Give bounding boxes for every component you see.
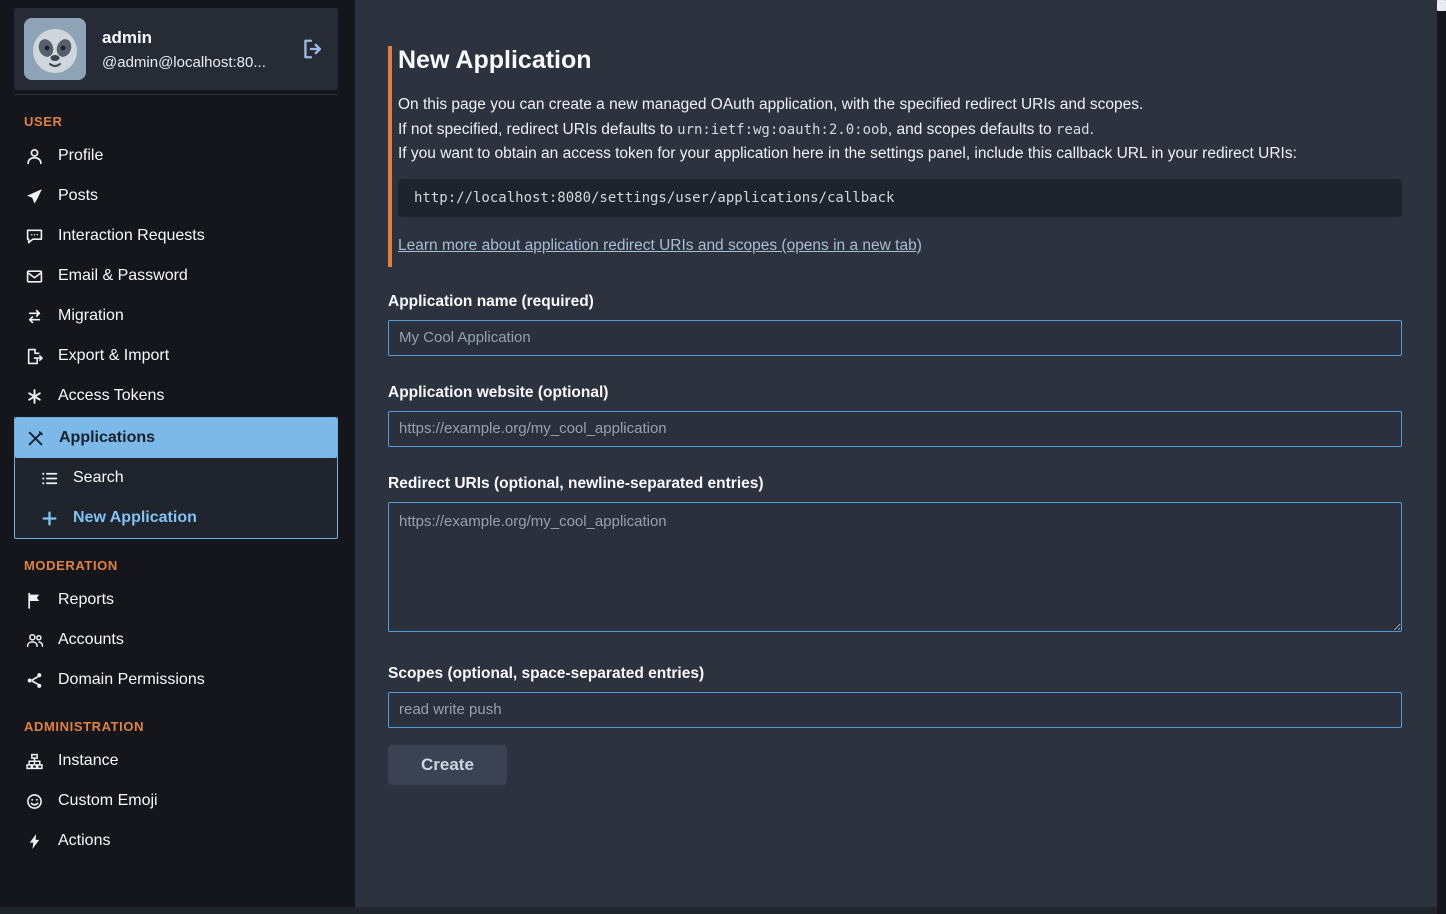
sidebar-item-label: Migration <box>58 307 124 325</box>
sidebar-item-label: Export & Import <box>58 347 169 365</box>
application-website-label: Application website (optional) <box>388 384 1402 402</box>
sidebar-item-migration[interactable]: Migration <box>14 296 338 336</box>
sidebar-item-reports[interactable]: Reports <box>14 580 338 620</box>
default-redirect-uri-code: urn:ietf:wg:oauth:2.0:oob <box>677 122 888 138</box>
vertical-scrollbar-thumb[interactable] <box>1437 0 1446 11</box>
bolt-icon <box>24 833 45 850</box>
page-intro: New Application On this page you can cre… <box>388 46 1402 267</box>
user-handle: @admin@localhost:80... <box>102 54 286 71</box>
avatar <box>24 18 86 80</box>
share-nodes-icon <box>24 672 45 689</box>
horizontal-scrollbar[interactable] <box>0 907 1446 914</box>
logout-icon[interactable] <box>302 38 324 60</box>
application-name-label: Application name (required) <box>388 293 1402 311</box>
redirect-uris-label: Redirect URIs (optional, newline-separat… <box>388 475 1402 493</box>
scopes-input[interactable] <box>388 692 1402 728</box>
sidebar-item-label: Domain Permissions <box>58 671 205 689</box>
sidebar-item-label: Reports <box>58 591 114 609</box>
sidebar-item-email-password[interactable]: Email & Password <box>14 256 338 296</box>
vertical-scrollbar[interactable] <box>1437 0 1446 914</box>
sidebar-item-interaction-requests[interactable]: Interaction Requests <box>14 216 338 256</box>
page-title: New Application <box>398 46 1402 75</box>
settings-sidebar: admin @admin@localhost:80... USER Profil… <box>0 0 355 914</box>
sidebar-item-label: Profile <box>58 147 103 165</box>
sidebar-item-profile[interactable]: Profile <box>14 136 338 176</box>
paper-plane-icon <box>24 188 45 205</box>
learn-more-link[interactable]: Learn more about application redirect UR… <box>398 237 922 254</box>
scopes-label: Scopes (optional, space-separated entrie… <box>388 665 1402 683</box>
applications-submenu: Search New Application <box>15 458 337 538</box>
applications-nav-group: Applications Search New Application <box>14 417 338 539</box>
plus-icon <box>39 510 60 527</box>
intro-paragraph-1: On this page you can create a new manage… <box>398 93 1402 118</box>
section-header-user: USER <box>24 114 338 129</box>
callback-url-code-block: http://localhost:8080/settings/user/appl… <box>398 179 1402 217</box>
sidebar-item-custom-emoji[interactable]: Custom Emoji <box>14 781 338 821</box>
user-icon <box>24 148 45 165</box>
user-card[interactable]: admin @admin@localhost:80... <box>14 8 338 90</box>
sidebar-item-label: Posts <box>58 187 98 205</box>
comment-icon <box>24 228 45 245</box>
sidebar-item-label: Instance <box>58 752 118 770</box>
sidebar-item-label: Custom Emoji <box>58 792 158 810</box>
create-button[interactable]: Create <box>388 745 507 785</box>
flag-icon <box>24 592 45 609</box>
user-name: admin <box>102 28 286 48</box>
sidebar-item-label: Actions <box>58 832 110 850</box>
intro-paragraph-2: If not specified, redirect URIs defaults… <box>398 118 1402 143</box>
main-panel: New Application On this page you can cre… <box>355 0 1446 914</box>
section-header-moderation: MODERATION <box>24 558 338 573</box>
application-website-input[interactable] <box>388 411 1402 447</box>
sidebar-item-applications[interactable]: Applications <box>15 418 337 458</box>
smiley-icon <box>24 793 45 810</box>
user-info: admin @admin@localhost:80... <box>102 28 286 71</box>
sidebar-item-actions[interactable]: Actions <box>14 821 338 861</box>
divider <box>14 94 338 95</box>
sidebar-item-export-import[interactable]: Export & Import <box>14 336 338 376</box>
sidebar-item-label: Access Tokens <box>58 387 164 405</box>
file-export-icon <box>24 348 45 365</box>
tools-icon <box>25 430 46 447</box>
exchange-arrows-icon <box>24 308 45 325</box>
sidebar-item-access-tokens[interactable]: Access Tokens <box>14 376 338 416</box>
application-name-input[interactable] <box>388 320 1402 356</box>
sidebar-item-label: Applications <box>59 429 155 447</box>
sidebar-item-accounts[interactable]: Accounts <box>14 620 338 660</box>
sidebar-item-domain-permissions[interactable]: Domain Permissions <box>14 660 338 700</box>
sidebar-item-instance[interactable]: Instance <box>14 741 338 781</box>
sidebar-item-label: Accounts <box>58 631 124 649</box>
users-icon <box>24 632 45 649</box>
asterisk-icon <box>24 388 45 405</box>
list-icon <box>39 470 60 487</box>
sitemap-icon <box>24 753 45 770</box>
sidebar-item-posts[interactable]: Posts <box>14 176 338 216</box>
envelope-icon <box>24 268 45 285</box>
sidebar-item-label: Interaction Requests <box>58 227 205 245</box>
sidebar-item-label: Email & Password <box>58 267 188 285</box>
sidebar-item-label: Search <box>73 469 124 487</box>
sidebar-item-new-application[interactable]: New Application <box>15 498 337 538</box>
redirect-uris-textarea[interactable] <box>388 502 1402 632</box>
sidebar-item-applications-search[interactable]: Search <box>15 458 337 498</box>
intro-paragraph-3: If you want to obtain an access token fo… <box>398 142 1402 167</box>
section-header-administration: ADMINISTRATION <box>24 719 338 734</box>
sidebar-item-label: New Application <box>73 509 197 527</box>
default-scope-code: read <box>1056 122 1090 138</box>
